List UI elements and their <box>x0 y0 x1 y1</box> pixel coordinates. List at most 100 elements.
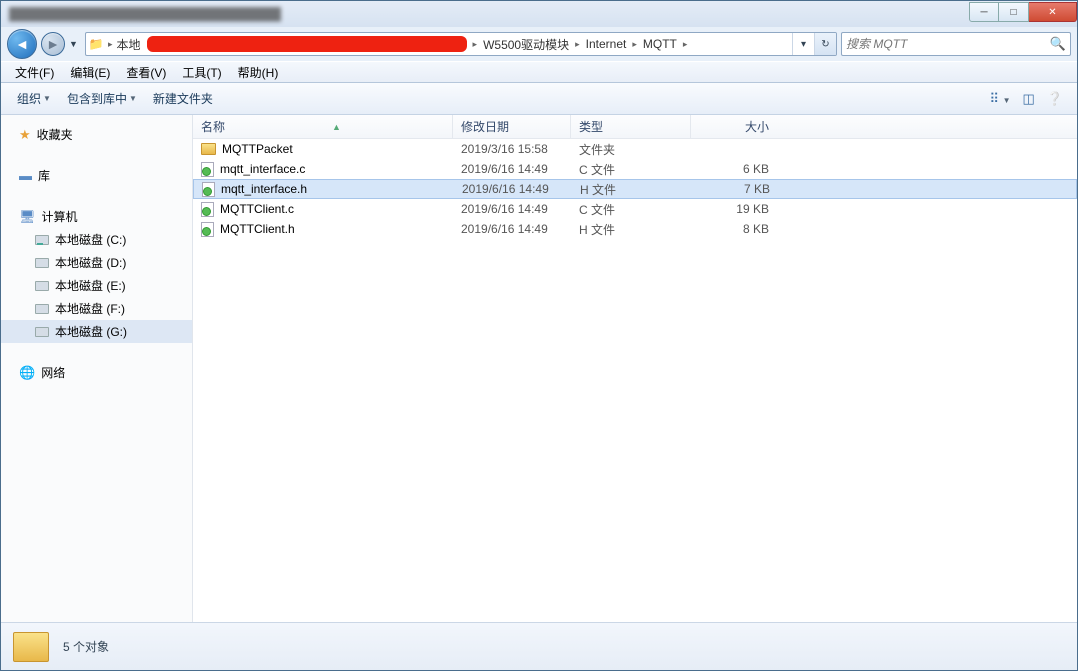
file-type: H 文件 <box>572 181 692 198</box>
help-button[interactable]: ❔ <box>1041 87 1069 111</box>
sidebar-disk[interactable]: 本地磁盘 (F:) <box>1 297 192 320</box>
sidebar-disk[interactable]: 本地磁盘 (E:) <box>1 274 192 297</box>
menu-help[interactable]: 帮助(H) <box>230 62 287 83</box>
column-name[interactable]: 名称▲ <box>193 115 453 138</box>
title-bar: ████████████████████████████████ ─ □ ✕ <box>1 1 1077 27</box>
menu-view[interactable]: 查看(V) <box>118 62 174 83</box>
file-date: 2019/3/16 15:58 <box>453 142 571 156</box>
status-bar: 5 个对象 <box>1 622 1077 670</box>
star-icon: ★ <box>19 127 31 143</box>
sort-asc-icon: ▲ <box>332 122 341 132</box>
disk-icon <box>35 235 49 245</box>
file-type: 文件夹 <box>571 141 691 158</box>
folder-icon: 📁 <box>86 37 106 51</box>
library-icon: ▬ <box>19 168 32 183</box>
explorer-window: ████████████████████████████████ ─ □ ✕ ◄… <box>0 0 1078 671</box>
file-name: mqtt_interface.h <box>221 182 307 196</box>
include-in-library-button[interactable]: 包含到库中 ▼ <box>59 86 145 111</box>
sidebar-disk[interactable]: 本地磁盘 (D:) <box>1 251 192 274</box>
c-file-icon <box>201 202 214 217</box>
file-size: 7 KB <box>692 182 778 196</box>
sidebar-libraries[interactable]: ▬ 库 <box>1 164 192 187</box>
column-headers: 名称▲ 修改日期 类型 大小 <box>193 115 1077 139</box>
column-size[interactable]: 大小 <box>691 115 777 138</box>
file-list-area: 名称▲ 修改日期 类型 大小 MQTTPacket 2019/3/16 15:58… <box>193 115 1077 622</box>
file-rows[interactable]: MQTTPacket 2019/3/16 15:58文件夹 mqtt_interfa… <box>193 139 1077 622</box>
sidebar-disk[interactable]: 本地磁盘 (C:) <box>1 228 192 251</box>
chevron-down-icon: ▼ <box>43 94 51 103</box>
c-file-icon <box>201 162 214 177</box>
file-size: 8 KB <box>691 222 777 236</box>
search-input[interactable] <box>846 37 1050 51</box>
column-type[interactable]: 类型 <box>571 115 691 138</box>
file-row[interactable]: MQTTClient.h 2019/6/16 14:49H 文件8 KB <box>193 219 1077 239</box>
chevron-right-icon: ▸ <box>573 39 582 50</box>
disk-icon <box>35 258 49 268</box>
forward-button[interactable]: ► <box>41 32 65 56</box>
network-icon: 🌐 <box>19 365 35 381</box>
file-date: 2019/6/16 14:49 <box>453 202 571 216</box>
history-dropdown[interactable]: ▼ <box>69 39 81 49</box>
address-bar[interactable]: 📁 ▸ 本地 ▸ W5500驱动模块 ▸ Internet ▸ MQTT ▸ ▾… <box>85 32 837 56</box>
command-bar: 组织 ▼ 包含到库中 ▼ 新建文件夹 ⠿ ▼ ◫ ❔ <box>1 83 1077 115</box>
file-type: C 文件 <box>571 201 691 218</box>
chevron-down-icon: ▼ <box>129 94 137 103</box>
file-type: C 文件 <box>571 161 691 178</box>
file-date: 2019/6/16 14:49 <box>453 162 571 176</box>
search-box[interactable]: 🔍 <box>841 32 1071 56</box>
breadcrumb-seg[interactable]: Internet <box>582 37 631 51</box>
file-row[interactable]: mqtt_interface.h 2019/6/16 14:49H 文件7 KB <box>193 179 1077 199</box>
maximize-button[interactable]: □ <box>999 2 1029 22</box>
view-options-button[interactable]: ⠿ ▼ <box>983 87 1016 111</box>
status-text: 5 个对象 <box>63 638 109 655</box>
redacted-path <box>147 36 467 52</box>
minimize-button[interactable]: ─ <box>969 2 999 22</box>
column-date[interactable]: 修改日期 <box>453 115 571 138</box>
window-title: ████████████████████████████████ <box>9 7 969 21</box>
chevron-right-icon: ▸ <box>630 39 639 50</box>
chevron-right-icon: ▸ <box>106 39 115 50</box>
file-size: 19 KB <box>691 202 777 216</box>
folder-icon <box>201 143 216 155</box>
breadcrumb-seg[interactable]: W5500驱动模块 <box>479 36 573 53</box>
sidebar-network[interactable]: 🌐 网络 <box>1 361 192 384</box>
navigation-pane: ★ 收藏夹 ▬ 库 🖥 计算机 本地磁盘 (C:)本地磁盘 (D:)本地磁盘 (… <box>1 115 193 622</box>
navigation-bar: ◄ ► ▼ 📁 ▸ 本地 ▸ W5500驱动模块 ▸ Internet ▸ MQ… <box>1 27 1077 61</box>
chevron-right-icon: ▸ <box>471 39 480 50</box>
file-date: 2019/6/16 14:49 <box>454 182 572 196</box>
file-date: 2019/6/16 14:49 <box>453 222 571 236</box>
refresh-button[interactable]: ↻ <box>814 33 836 55</box>
h-file-icon <box>202 182 215 197</box>
breadcrumb-seg[interactable]: MQTT <box>639 37 681 51</box>
file-name: mqtt_interface.c <box>220 162 305 176</box>
new-folder-button[interactable]: 新建文件夹 <box>145 86 221 111</box>
file-row[interactable]: MQTTPacket 2019/3/16 15:58文件夹 <box>193 139 1077 159</box>
close-button[interactable]: ✕ <box>1029 2 1077 22</box>
file-name: MQTTClient.c <box>220 202 294 216</box>
computer-icon: 🖥 <box>19 209 36 225</box>
search-icon[interactable]: 🔍 <box>1050 36 1066 52</box>
chevron-right-icon: ▸ <box>681 39 690 50</box>
disk-icon <box>35 281 49 291</box>
sidebar-favorites[interactable]: ★ 收藏夹 <box>1 123 192 146</box>
disk-icon <box>35 304 49 314</box>
preview-pane-button[interactable]: ◫ <box>1017 87 1041 111</box>
file-name: MQTTPacket <box>222 142 293 156</box>
sidebar-computer[interactable]: 🖥 计算机 <box>1 205 192 228</box>
sidebar-disk[interactable]: 本地磁盘 (G:) <box>1 320 192 343</box>
disk-icon <box>35 327 49 337</box>
body: ★ 收藏夹 ▬ 库 🖥 计算机 本地磁盘 (C:)本地磁盘 (D:)本地磁盘 (… <box>1 115 1077 622</box>
organize-button[interactable]: 组织 ▼ <box>9 86 59 111</box>
file-row[interactable]: MQTTClient.c 2019/6/16 14:49C 文件19 KB <box>193 199 1077 219</box>
menu-edit[interactable]: 编辑(E) <box>62 62 118 83</box>
breadcrumb-seg[interactable]: 本地 <box>115 36 143 53</box>
back-button[interactable]: ◄ <box>7 29 37 59</box>
file-name: MQTTClient.h <box>220 222 295 236</box>
file-row[interactable]: mqtt_interface.c2019/6/16 14:49C 文件6 KB <box>193 159 1077 179</box>
menu-bar: 文件(F) 编辑(E) 查看(V) 工具(T) 帮助(H) <box>1 61 1077 83</box>
menu-file[interactable]: 文件(F) <box>7 62 62 83</box>
window-controls: ─ □ ✕ <box>969 2 1077 22</box>
file-type: H 文件 <box>571 221 691 238</box>
address-dropdown[interactable]: ▾ <box>792 33 814 55</box>
menu-tools[interactable]: 工具(T) <box>174 62 229 83</box>
